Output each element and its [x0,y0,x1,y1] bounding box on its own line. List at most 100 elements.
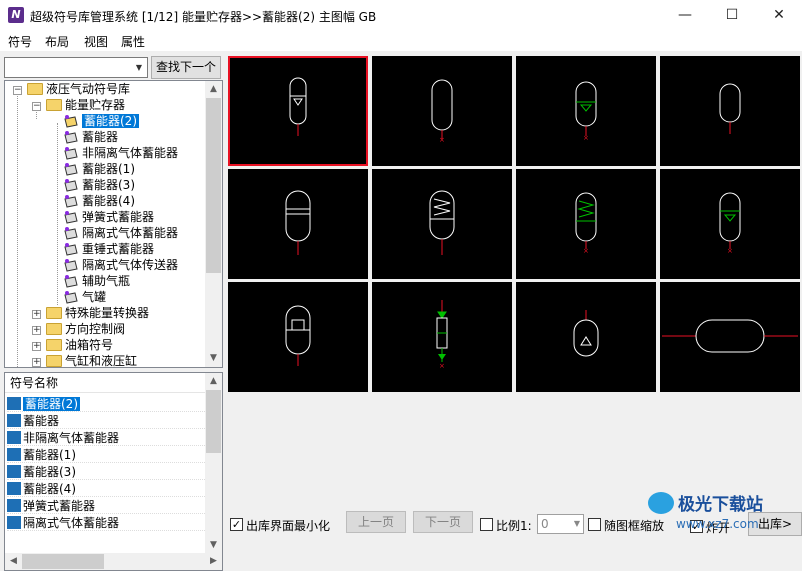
symbol-cell-gas-tank[interactable] [660,282,800,392]
symbol-cell-spring-accumulator[interactable]: × [516,169,656,279]
tree-item-label: 蓄能器 [82,130,119,144]
ratio-checkbox[interactable] [480,518,493,531]
list-item[interactable]: 弹簧式蓄能器 [7,498,205,514]
accumulator-symbol-icon: × [431,79,453,144]
tree-item-sibling[interactable]: 方向控制阀 [46,321,125,337]
tree-item-symbol[interactable]: 辅助气瓶 [63,273,130,289]
symbol-cell-auxiliary-gas-bottle[interactable] [516,282,656,392]
scroll-down-icon[interactable]: ▼ [205,350,222,367]
symbol-cell-accumulator-3[interactable] [228,169,368,279]
close-button[interactable]: ✕ [756,0,802,31]
symbol-tree: − 液压气动符号库 − 能量贮存器 蓄能器(2) 蓄能器 非隔离气体蓄能器 蓄能器(1… [4,80,223,368]
symbol-cell-accumulator-2[interactable] [228,56,368,166]
tree-item-symbol[interactable]: 弹簧式蓄能器 [63,209,154,225]
arrow-right-icon: > [781,517,793,531]
expand-icon[interactable]: + [32,310,41,319]
scroll-up-icon[interactable]: ▲ [205,373,222,390]
list-item[interactable]: 蓄能器(2) [7,396,205,412]
minimize-button[interactable]: — [662,0,708,31]
tree-item-symbol[interactable]: 蓄能器 [63,129,118,145]
tree-item-symbol[interactable]: 蓄能器(2) [63,113,139,129]
list-item-label: 蓄能器(3) [23,465,76,479]
tree-item-symbol[interactable]: 非隔离气体蓄能器 [63,145,178,161]
symbol-list-icon [7,499,21,512]
scroll-right-icon[interactable]: ▶ [205,553,222,570]
list-item[interactable]: 蓄能器(4) [7,481,205,497]
tree-guide-line [57,123,58,305]
minimize-checkbox[interactable]: ✓ [230,518,243,531]
folder-icon [27,83,43,95]
menu-view[interactable]: 视图 [84,33,108,50]
symbol-list-icon [7,431,21,444]
find-next-button[interactable]: 查找下一个 [151,56,221,79]
scroll-thumb[interactable] [22,554,104,569]
collapse-icon[interactable]: − [32,102,41,111]
tree-item-label: 蓄能器(1) [82,162,135,176]
tree-item-label: 油箱符号 [65,338,114,352]
gas-transmitter-symbol-icon: × [436,300,448,370]
symbol-cell-accumulator[interactable]: × [372,56,512,166]
tree-item-symbol[interactable]: 隔离式气体蓄能器 [63,225,178,241]
ratio-value: 0 [541,517,549,531]
search-combo[interactable]: ▼ [4,57,148,78]
menu-layout[interactable]: 布局 [45,33,69,50]
watermark-text: 极光下载站 [678,495,763,515]
next-page-button[interactable]: 下一页 [413,511,473,533]
symbol-cell-weighted-accumulator[interactable] [228,282,368,392]
svg-text:×: × [583,247,589,255]
menu-symbol[interactable]: 符号 [8,33,32,50]
expand-icon[interactable]: + [32,342,41,351]
list-item[interactable]: 蓄能器 [7,413,205,429]
prev-page-button[interactable]: 上一页 [346,511,406,533]
expand-icon[interactable]: + [32,326,41,335]
folder-icon [46,323,62,335]
menu-properties[interactable]: 属性 [121,33,145,50]
symbol-cell-accumulator-4[interactable] [372,169,512,279]
tree-item-symbol[interactable]: 气罐 [63,289,106,305]
tree-item-label: 蓄能器(2) [82,114,139,128]
list-item[interactable]: 隔离式气体蓄能器 [7,515,205,531]
minimize-label: 出库界面最小化 [246,519,331,533]
symbol-cell-non-separated-gas-accumulator[interactable]: × [516,56,656,166]
list-item-label: 弹簧式蓄能器 [23,499,96,513]
tree-item-symbol[interactable]: 隔离式气体传送器 [63,257,178,273]
symbol-name-list: 符号名称 蓄能器(2) 蓄能器 非隔离气体蓄能器 蓄能器(1) 蓄能器(3) 蓄能器(4)… [4,372,223,571]
scroll-up-icon[interactable]: ▲ [205,81,222,98]
tree-item-sibling[interactable]: 特殊能量转换器 [46,305,149,321]
symbol-icon [63,114,79,128]
symbol-cell-separated-gas-transmitter[interactable]: × [372,282,512,392]
symbol-icon [63,210,79,224]
list-item[interactable]: 蓄能器(1) [7,447,205,463]
tree-item-root[interactable]: 液压气动符号库 [27,81,130,97]
chevron-down-icon: ▼ [573,519,580,528]
maximize-button[interactable]: ☐ [709,0,755,31]
tree-item-symbol[interactable]: 重锤式蓄能器 [63,241,154,257]
list-item[interactable]: 非隔离气体蓄能器 [7,430,205,446]
list-item[interactable]: 蓄能器(3) [7,464,205,480]
tree-item-group[interactable]: 能量贮存器 [46,97,125,113]
ratio-select[interactable]: 0 ▼ [537,514,584,534]
scroll-thumb[interactable] [206,390,221,453]
ratio-label: 比例1: [496,519,532,533]
gas-tank-symbol-icon [662,319,798,353]
expand-icon[interactable]: + [32,358,41,367]
scroll-left-icon[interactable]: ◀ [5,553,22,570]
svg-text:×: × [583,134,589,142]
tree-item-sibling[interactable]: 气缸和液压缸 [46,353,137,367]
scroll-down-icon[interactable]: ▼ [205,537,222,554]
tree-item-symbol[interactable]: 蓄能器(1) [63,161,135,177]
accumulator-symbol-icon [285,190,311,255]
tree-item-sibling[interactable]: 油箱符号 [46,337,113,353]
symbol-cell-accumulator-1[interactable] [660,56,800,166]
tree-item-symbol[interactable]: 蓄能器(4) [63,193,135,209]
list-scrollbar[interactable]: ▲ ▼ [205,373,222,554]
scroll-thumb[interactable] [206,98,221,273]
folder-icon [46,339,62,351]
follow-zoom-checkbox[interactable] [588,518,601,531]
list-hscrollbar[interactable]: ◀ ▶ [5,553,222,570]
collapse-icon[interactable]: − [13,86,22,95]
tree-scrollbar[interactable]: ▲ ▼ [205,81,222,367]
tree-item-symbol[interactable]: 蓄能器(3) [63,177,135,193]
chevron-down-icon[interactable]: ▼ [131,58,147,77]
symbol-cell-separated-gas-accumulator[interactable]: × [660,169,800,279]
